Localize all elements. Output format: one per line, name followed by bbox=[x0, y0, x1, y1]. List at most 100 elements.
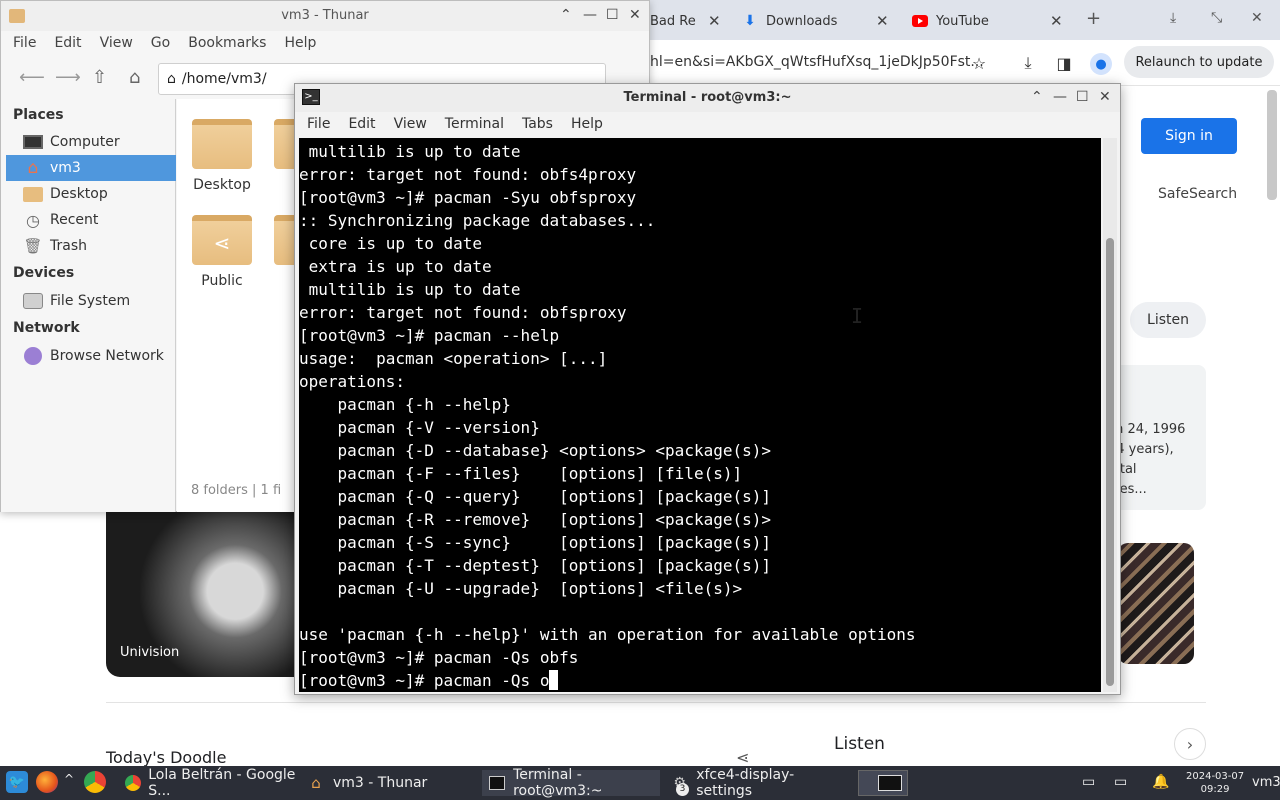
sidebar-item-label: Computer bbox=[50, 134, 120, 150]
up-arrow-icon[interactable]: ⇧ bbox=[92, 67, 107, 88]
menu-view[interactable]: View bbox=[382, 112, 433, 138]
forward-arrow-icon[interactable]: ⟶ bbox=[55, 67, 81, 88]
window-count-badge: 3 bbox=[676, 783, 689, 796]
close-icon[interactable]: ✕ bbox=[629, 7, 641, 23]
menu-help[interactable]: Help bbox=[272, 31, 322, 57]
shade-icon[interactable]: ⌃ bbox=[560, 7, 572, 23]
minimize-icon[interactable]: ⤓ bbox=[1170, 10, 1176, 26]
maximize-icon[interactable]: ☐ bbox=[606, 7, 619, 23]
minimize-icon[interactable]: — bbox=[1053, 89, 1067, 105]
doodle-heading[interactable]: Today's Doodle bbox=[106, 748, 226, 767]
relaunch-button[interactable]: Relaunch to update bbox=[1124, 46, 1274, 78]
restore-icon[interactable]: ⤡ bbox=[1211, 10, 1222, 26]
section-places: Places bbox=[13, 107, 64, 123]
minimize-icon[interactable]: — bbox=[583, 7, 597, 23]
chrome-launcher-icon[interactable] bbox=[84, 771, 106, 793]
terminal-line: pacman {-U --upgrade} [options] <file(s)… bbox=[299, 579, 743, 598]
clock[interactable]: 2024-03-07 09:29 bbox=[1186, 770, 1244, 796]
share-icon[interactable]: ⋖ bbox=[736, 748, 749, 767]
terminal-menubar: File Edit View Terminal Tabs Help bbox=[295, 112, 609, 138]
whisker-menu-icon[interactable]: 🐦 bbox=[6, 771, 28, 793]
close-icon[interactable]: ✕ bbox=[876, 12, 889, 30]
shade-icon[interactable]: ⌃ bbox=[1031, 89, 1043, 105]
menu-go[interactable]: Go bbox=[139, 31, 176, 57]
browser-tab[interactable]: Bad Re ✕ bbox=[650, 6, 730, 36]
star-icon[interactable]: ☆ bbox=[969, 53, 989, 73]
bell-icon[interactable]: 🔔 bbox=[1152, 774, 1169, 790]
close-icon[interactable]: ✕ bbox=[708, 12, 721, 30]
close-icon[interactable]: ✕ bbox=[1050, 12, 1063, 30]
profile-icon[interactable]: ● bbox=[1090, 53, 1112, 75]
terminal-scrollbar[interactable] bbox=[1103, 138, 1117, 692]
menu-edit[interactable]: Edit bbox=[336, 112, 381, 138]
menu-tabs[interactable]: Tabs bbox=[510, 112, 559, 138]
terminal-line: pacman {-Q --query} [options] [package(s… bbox=[299, 487, 772, 506]
status-bar: 8 folders | 1 fi bbox=[191, 483, 282, 498]
folder-item[interactable]: Desktop bbox=[187, 119, 257, 193]
sidebar-item-trash[interactable]: 🗑 Trash bbox=[6, 233, 176, 259]
terminal-line: pacman {-R --remove} [options] <package(… bbox=[299, 510, 772, 529]
home-icon: ⌂ bbox=[27, 158, 39, 178]
menu-edit[interactable]: Edit bbox=[42, 31, 87, 57]
folder-icon bbox=[22, 185, 44, 203]
menu-view[interactable]: View bbox=[88, 31, 139, 57]
sign-in-button[interactable]: Sign in bbox=[1141, 118, 1237, 154]
close-icon[interactable]: ✕ bbox=[1099, 89, 1111, 105]
menu-bookmarks[interactable]: Bookmarks bbox=[176, 31, 272, 57]
new-tab-icon[interactable]: + bbox=[1086, 8, 1101, 29]
menu-terminal[interactable]: Terminal bbox=[433, 112, 510, 138]
scrollbar-thumb[interactable] bbox=[1106, 238, 1114, 686]
taskbar-item-chrome[interactable]: Lola Beltrán - Google S... bbox=[118, 767, 298, 799]
sidebar-item-browse-network[interactable]: Browse Network bbox=[6, 343, 176, 369]
photo-caption: Univision bbox=[120, 645, 180, 660]
chrome-icon bbox=[124, 774, 141, 792]
music-image[interactable] bbox=[1118, 543, 1194, 664]
location-path: /home/vm3/ bbox=[181, 71, 267, 87]
divider bbox=[106, 702, 1206, 703]
battery-icon[interactable]: ▭ bbox=[1082, 774, 1095, 790]
sidebar-item-desktop[interactable]: Desktop bbox=[6, 181, 176, 207]
close-icon[interactable]: ✕ bbox=[1251, 10, 1263, 26]
sidebar-item-computer[interactable]: Computer bbox=[6, 129, 176, 155]
taskbar-item-thunar[interactable]: ⌂ vm3 - Thunar bbox=[300, 770, 478, 796]
terminal-line: operations: bbox=[299, 372, 405, 391]
browser-scrollbar[interactable] bbox=[1267, 90, 1277, 200]
terminal-line: [root@vm3 ~]# pacman -Syu obfsproxy bbox=[299, 188, 637, 207]
browser-tab[interactable]: ⬇ Downloads ✕ bbox=[742, 6, 892, 36]
menu-help[interactable]: Help bbox=[559, 112, 609, 138]
computer-icon bbox=[22, 133, 44, 151]
terminal-icon bbox=[488, 774, 506, 792]
power-icon[interactable]: ▭ bbox=[1114, 774, 1127, 790]
address-bar[interactable]: hl=en&si=AKbGX_qWtsfHufXsq_1jeDkJp50Fst.… bbox=[650, 54, 984, 70]
terminal-line: pacman {-S --sync} [options] [package(s)… bbox=[299, 533, 772, 552]
youtube-icon bbox=[912, 13, 928, 29]
sidebar-item-recent[interactable]: ◷ Recent bbox=[6, 207, 176, 233]
sidebar-item-file-system[interactable]: File System bbox=[6, 288, 176, 314]
maximize-icon[interactable]: ☐ bbox=[1076, 89, 1089, 105]
clock-time: 09:29 bbox=[1200, 784, 1230, 795]
folder-item[interactable]: ⋖ Public bbox=[187, 215, 257, 289]
trash-icon: 🗑 bbox=[23, 237, 43, 255]
safesearch-link[interactable]: SafeSearch bbox=[1158, 186, 1237, 202]
chevron-right-icon[interactable]: › bbox=[1174, 728, 1206, 760]
back-arrow-icon[interactable]: ⟵ bbox=[19, 67, 45, 88]
user-label[interactable]: vm3 bbox=[1252, 775, 1280, 790]
taskbar-item-terminal[interactable]: Terminal - root@vm3:~ bbox=[482, 767, 660, 799]
thunar-titlebar[interactable]: vm3 - Thunar ⌃ — ☐ ✕ bbox=[1, 1, 649, 31]
terminal-line: error: target not found: obfsproxy bbox=[299, 303, 627, 322]
download-icon[interactable]: ⤓ bbox=[1018, 53, 1038, 73]
tab-label: YouTube bbox=[936, 13, 989, 29]
terminal-line: pacman {-h --help} bbox=[299, 395, 511, 414]
firefox-icon[interactable] bbox=[36, 771, 58, 793]
menu-file[interactable]: File bbox=[1, 31, 42, 57]
chevron-up-icon[interactable]: ^ bbox=[64, 772, 74, 786]
sidebar-item-vm3[interactable]: ⌂ vm3 bbox=[6, 155, 176, 181]
listen-chip[interactable]: Listen bbox=[1130, 302, 1206, 338]
menu-file[interactable]: File bbox=[295, 112, 336, 138]
terminal-output[interactable]: multilib is up to date error: target not … bbox=[299, 138, 1101, 692]
taskbar-item-display-settings[interactable]: ⚙ 3 xfce4-display-settings bbox=[664, 767, 844, 799]
terminal-titlebar[interactable]: >_ Terminal - root@vm3:~ ⌃ — ☐ ✕ bbox=[295, 84, 1120, 112]
home-icon[interactable]: ⌂ bbox=[129, 67, 140, 88]
browser-tab[interactable]: YouTube ✕ bbox=[912, 6, 1064, 36]
side-panel-icon[interactable]: ◨ bbox=[1054, 53, 1074, 73]
